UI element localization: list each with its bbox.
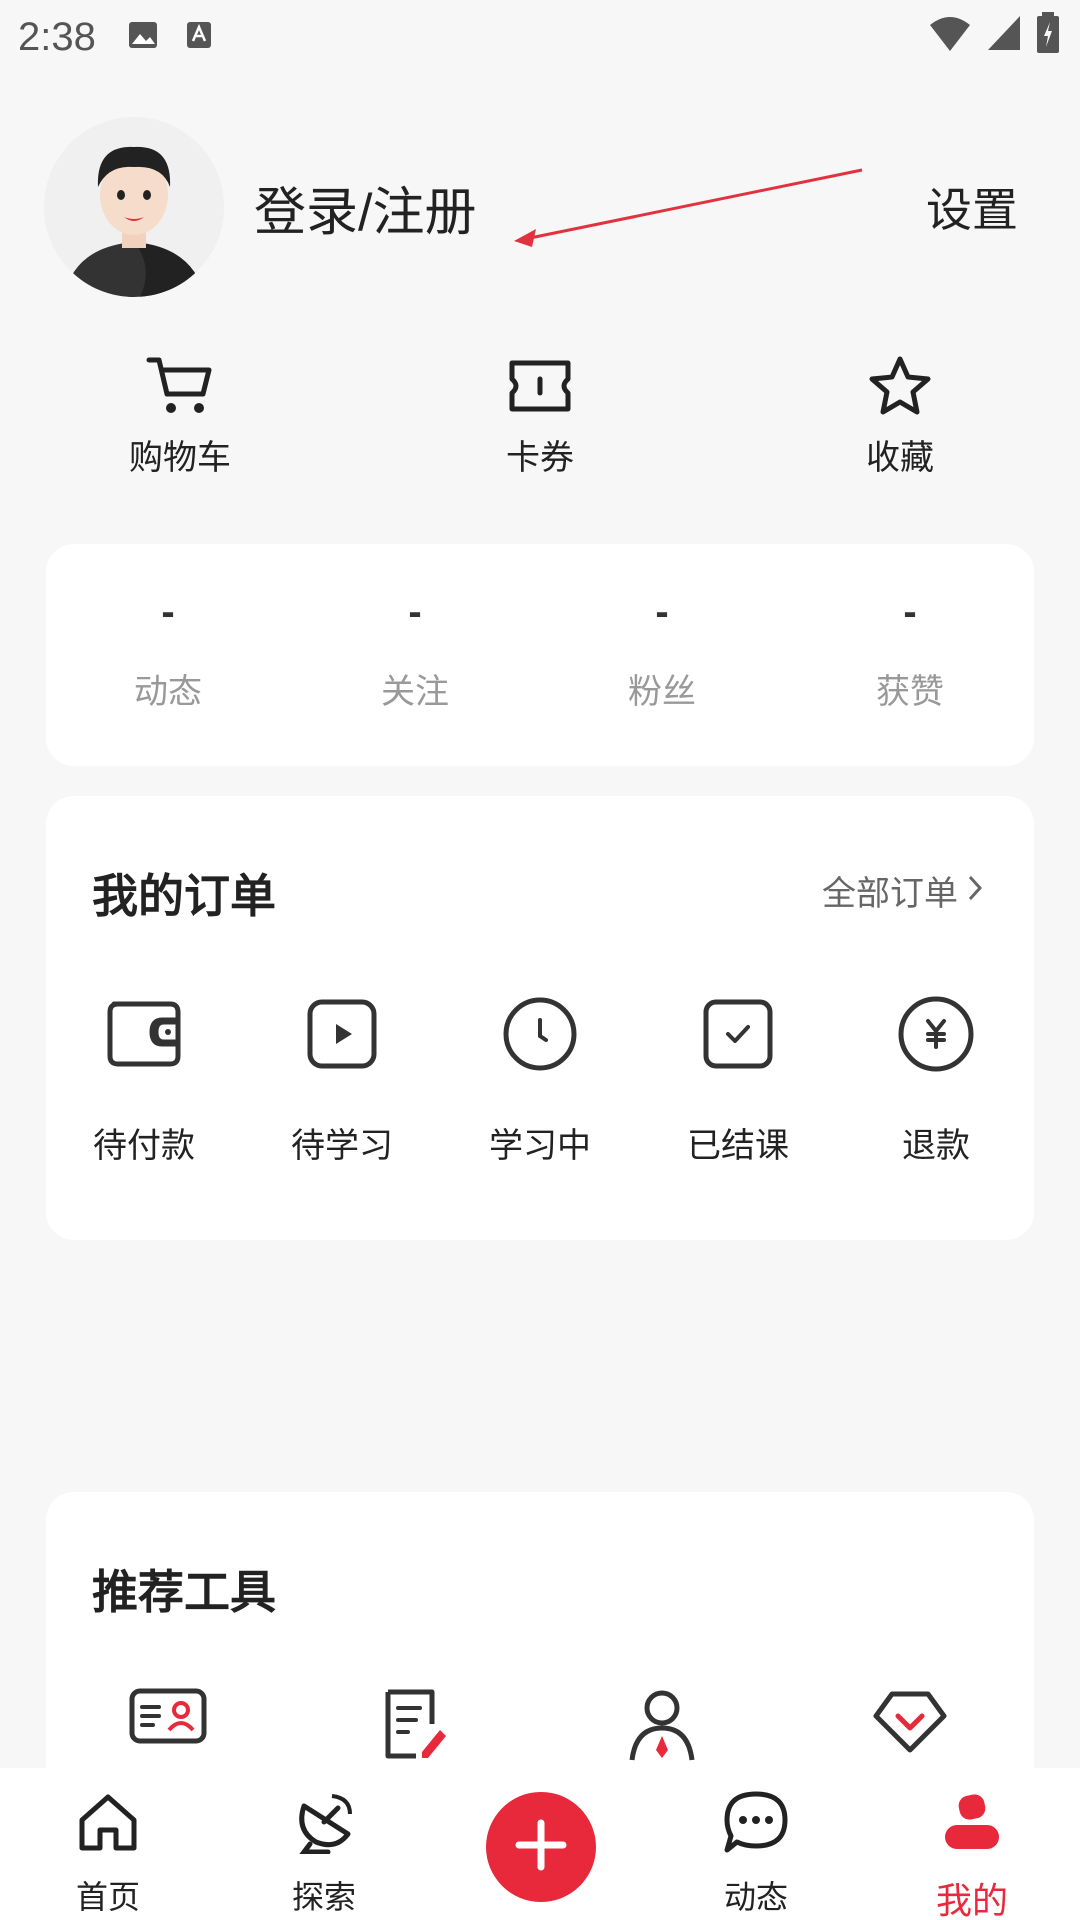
order-label: 学习中: [489, 1127, 591, 1165]
stat-following[interactable]: - 关注: [315, 590, 515, 713]
stat-value: -: [655, 590, 669, 634]
user-icon: [902, 1786, 1042, 1858]
avatar[interactable]: [44, 117, 224, 297]
status-right-icons: [928, 12, 1060, 59]
stat-label: 粉丝: [628, 673, 696, 711]
tab-home[interactable]: 首页: [38, 1786, 178, 1918]
stat-label: 获赞: [876, 673, 944, 711]
tool-profile[interactable]: [592, 1688, 732, 1767]
heart-check-icon: [872, 1688, 948, 1759]
tool-favorite[interactable]: [840, 1688, 980, 1759]
coupon-icon: [440, 350, 640, 422]
font-notification-icon: [186, 21, 212, 54]
tab-activity[interactable]: 动态: [686, 1786, 826, 1918]
stat-value: -: [903, 590, 917, 634]
wallet-icon: [64, 994, 224, 1074]
tab-mine[interactable]: 我的: [902, 1786, 1042, 1920]
stats-card: - 动态 - 关注 - 粉丝 - 获赞: [46, 544, 1034, 766]
order-to-study[interactable]: 待学习: [262, 994, 422, 1167]
cart-label: 购物车: [129, 439, 231, 477]
status-bar: 2:38: [0, 0, 1080, 74]
person-tie-icon: [628, 1688, 696, 1767]
order-label: 待学习: [291, 1127, 393, 1165]
stat-value: -: [161, 590, 175, 634]
order-completed[interactable]: 已结课: [658, 994, 818, 1167]
order-label: 已结课: [687, 1127, 789, 1165]
order-pending-payment[interactable]: 待付款: [64, 994, 224, 1167]
tools-title: 推荐工具: [92, 1566, 276, 1618]
order-label: 待付款: [93, 1127, 195, 1165]
tab-label: 动态: [723, 1879, 788, 1915]
wifi-icon: [928, 13, 972, 58]
coupon-shortcut[interactable]: 卡券: [440, 350, 640, 479]
clock-icon: [460, 994, 620, 1074]
favorites-label: 收藏: [866, 439, 934, 477]
settings-button[interactable]: 设置: [926, 174, 1018, 240]
profile-header: 登录/注册 设置: [44, 116, 1044, 298]
orders-card: 我的订单 全部订单 待付款 待学习 学习中 已结课 退款: [46, 796, 1034, 1240]
tool-notes[interactable]: [345, 1688, 485, 1765]
tool-id-card[interactable]: [98, 1688, 238, 1749]
all-orders-label: 全部订单: [822, 875, 958, 913]
tools-card: 推荐工具: [46, 1492, 1034, 1792]
stat-value: -: [408, 590, 422, 634]
home-icon: [38, 1786, 178, 1858]
tab-label: 首页: [75, 1879, 140, 1915]
signal-icon: [986, 14, 1022, 57]
cart-icon: [80, 350, 280, 422]
id-card-icon: [129, 1688, 207, 1749]
login-register-link[interactable]: 登录/注册: [254, 170, 476, 245]
tab-explore[interactable]: 探索: [254, 1786, 394, 1918]
stat-label: 动态: [134, 673, 202, 711]
coupon-label: 卡券: [506, 439, 574, 477]
star-icon: [800, 350, 1000, 422]
status-time: 2:38: [18, 14, 96, 59]
stat-posts[interactable]: - 动态: [68, 590, 268, 713]
chevron-right-icon: [968, 871, 983, 910]
tab-label: 我的: [935, 1880, 1008, 1920]
cart-shortcut[interactable]: 购物车: [80, 350, 280, 479]
image-notification-icon: [128, 21, 158, 54]
order-refund[interactable]: 退款: [856, 994, 1016, 1167]
check-box-icon: [658, 994, 818, 1074]
plus-icon: [513, 1817, 569, 1878]
order-studying[interactable]: 学习中: [460, 994, 620, 1167]
favorites-shortcut[interactable]: 收藏: [800, 350, 1000, 479]
yen-icon: [856, 994, 1016, 1074]
play-icon: [262, 994, 422, 1074]
chat-icon: [686, 1786, 826, 1858]
stat-label: 关注: [381, 673, 449, 711]
battery-icon: [1036, 12, 1060, 59]
edit-note-icon: [382, 1688, 448, 1765]
stat-likes[interactable]: - 获赞: [810, 590, 1010, 713]
all-orders-link[interactable]: 全部订单: [822, 866, 983, 915]
stat-followers[interactable]: - 粉丝: [562, 590, 762, 713]
order-label: 退款: [902, 1127, 970, 1165]
orders-title: 我的订单: [92, 870, 276, 922]
bottom-tab-bar: 首页 探索 动态 我的: [0, 1768, 1080, 1920]
satellite-icon: [254, 1786, 394, 1858]
create-button[interactable]: [486, 1792, 596, 1902]
quick-actions: 购物车 卡券 收藏: [0, 350, 1080, 490]
tab-label: 探索: [291, 1879, 356, 1915]
